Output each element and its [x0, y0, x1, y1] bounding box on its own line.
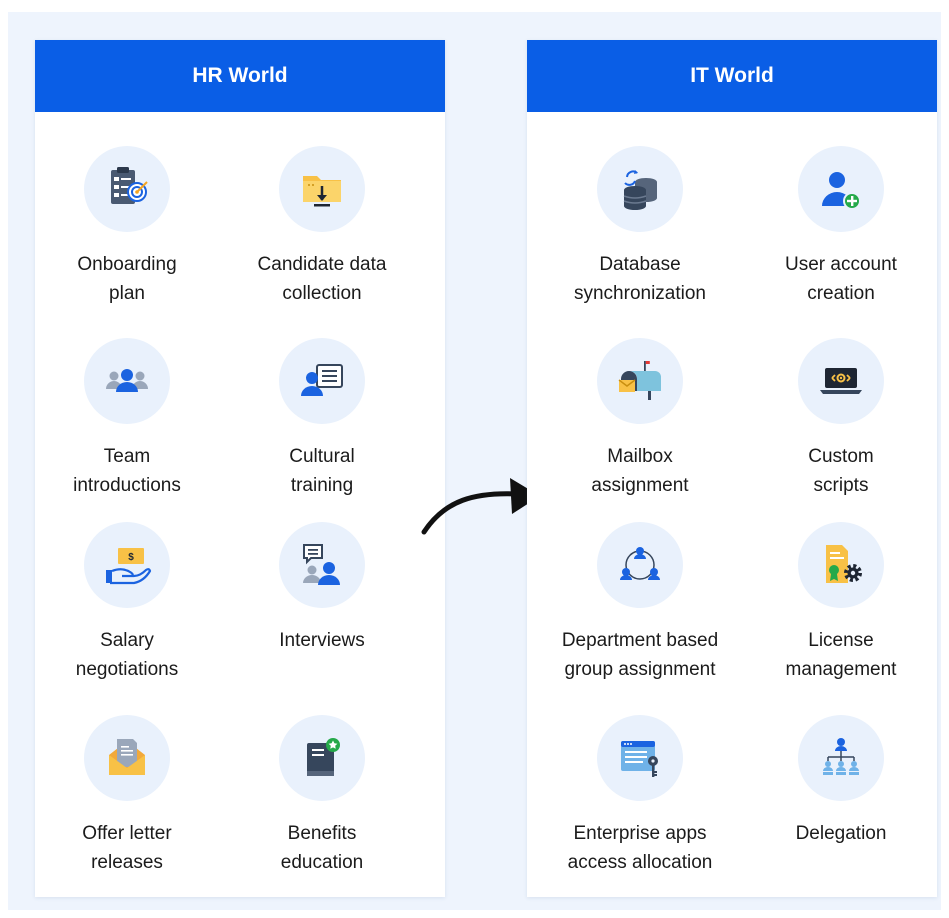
it-item-mailbox-line2: assignment [591, 475, 689, 496]
book-badge-icon [279, 715, 365, 801]
hr-world-panel: HR World Onboarding plan Candidate data … [35, 40, 445, 897]
hr-item-onboarding: Onboarding plan [27, 146, 227, 308]
hierarchy-icon [798, 715, 884, 801]
it-item-enterprise-line2: access allocation [567, 852, 713, 873]
hr-item-interviews-line1: Interviews [279, 630, 365, 651]
it-item-delegation-line1: Delegation [795, 823, 887, 844]
it-item-enterprise-line1: Enterprise apps [573, 823, 707, 844]
hr-item-benefits-education: Benefits education [222, 715, 422, 877]
hr-item-offer-line1: Offer letter [82, 823, 172, 844]
hr-item-salary-line1: Salary [100, 630, 154, 651]
hr-item-team-line1: Team [103, 446, 151, 467]
hr-item-offer-line2: releases [91, 852, 163, 873]
it-item-enterprise-apps: Enterprise apps access allocation [540, 715, 740, 877]
it-item-license-line1: License [808, 630, 874, 651]
hr-world-title: HR World [35, 40, 445, 112]
svg-text:$: $ [128, 552, 134, 563]
hr-item-salary-line2: negotiations [75, 659, 179, 680]
hr-item-candidate-data: Candidate data collection [222, 146, 422, 308]
it-item-scripts-line2: scripts [813, 475, 869, 496]
it-item-custom-scripts: Custom scripts [741, 338, 941, 500]
it-item-scripts-line1: Custom [808, 446, 874, 467]
it-item-department-line1: Department based [561, 630, 719, 651]
laptop-code-icon [798, 338, 884, 424]
it-item-database-line1: Database [599, 254, 681, 275]
hr-item-candidate-line1: Candidate data [257, 254, 387, 275]
hr-item-benefits-line2: education [280, 852, 364, 873]
hr-item-onboarding-line2: plan [109, 283, 145, 304]
checklist-target-icon [84, 146, 170, 232]
it-item-user-account: User account creation [741, 146, 941, 308]
browser-key-icon [597, 715, 683, 801]
hr-item-team-line2: introductions [73, 475, 181, 496]
it-item-database-line2: synchronization [573, 283, 707, 304]
hr-item-candidate-line2: collection [282, 283, 362, 304]
hr-item-cultural-training: Cultural training [222, 338, 422, 500]
it-item-database-sync: Database synchronization [540, 146, 740, 308]
hr-item-interviews: Interviews [222, 522, 422, 655]
it-world-panel: IT World Database synchronization User a… [527, 40, 937, 897]
mailbox-icon [597, 338, 683, 424]
database-sync-icon [597, 146, 683, 232]
hr-item-offer-letter: Offer letter releases [27, 715, 227, 877]
hr-item-cultural-line2: training [290, 475, 354, 496]
envelope-letter-icon [84, 715, 170, 801]
it-item-department-group: Department based group assignment [540, 522, 740, 684]
license-gear-icon [798, 522, 884, 608]
team-icon [84, 338, 170, 424]
hr-item-cultural-line1: Cultural [289, 446, 355, 467]
it-item-mailbox-line1: Mailbox [607, 446, 673, 467]
it-item-user-line2: creation [807, 283, 875, 304]
it-world-title: IT World [527, 40, 937, 112]
presentation-icon [279, 338, 365, 424]
group-cycle-icon [597, 522, 683, 608]
it-item-license-management: License management [741, 522, 941, 684]
it-item-user-line1: User account [785, 254, 897, 275]
hr-item-onboarding-line1: Onboarding [77, 254, 177, 275]
it-item-mailbox: Mailbox assignment [540, 338, 740, 500]
it-item-delegation: Delegation [741, 715, 941, 848]
folder-download-icon [279, 146, 365, 232]
hr-item-salary-negotiations: $ Salary negotiations [27, 522, 227, 684]
hr-item-benefits-line1: Benefits [287, 823, 357, 844]
it-item-license-line2: management [785, 659, 897, 680]
interview-chat-icon [279, 522, 365, 608]
it-item-department-line2: group assignment [564, 659, 716, 680]
money-hand-icon: $ [84, 522, 170, 608]
user-add-icon [798, 146, 884, 232]
hr-item-team-introductions: Team introductions [27, 338, 227, 500]
